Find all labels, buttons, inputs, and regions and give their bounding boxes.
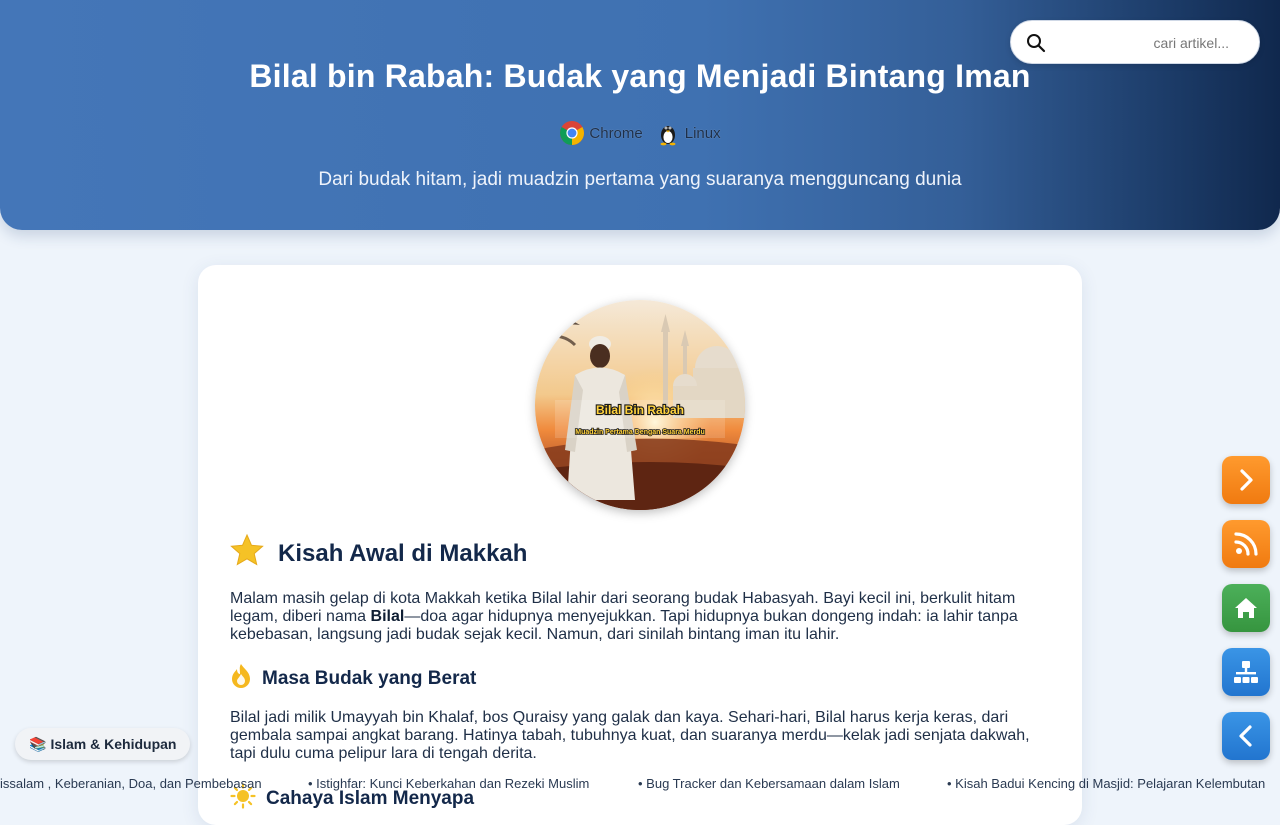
chevron-left-icon (1239, 725, 1252, 747)
section-heading-2-text: Masa Budak yang Berat (262, 668, 477, 689)
section-heading-2: Masa Budak yang Berat (230, 663, 476, 695)
page-subtitle: Dari budak hitam, jadi muadzin pertama y… (318, 169, 962, 190)
search-box[interactable] (1010, 20, 1260, 64)
star-icon (230, 533, 264, 574)
chevron-right-icon (1240, 469, 1253, 491)
env-chrome-label: Chrome (589, 124, 643, 142)
env-linux-label: Linux (684, 124, 721, 142)
prev-arrow-button[interactable] (1222, 712, 1270, 760)
books-icon: 📚 (29, 735, 47, 752)
env-linux: Linux (655, 120, 721, 146)
next-arrow-button[interactable] (1222, 456, 1270, 504)
ticker-item[interactable]: • Kisah Badui Kencing di Masjid: Pelajar… (947, 776, 1265, 791)
ticker-item[interactable]: issalam , Keberanian, Doa, dan Pembebasa… (0, 776, 262, 791)
section-heading-1-text: Kisah Awal di Makkah (278, 539, 528, 567)
search-input[interactable] (1055, 29, 1235, 57)
related-articles-ticker: issalam , Keberanian, Doa, dan Pembebasa… (0, 774, 1280, 794)
environment-badges: Chrome Linux (0, 120, 1280, 146)
linux-tux-icon (655, 120, 681, 146)
env-chrome: Chrome (559, 120, 643, 146)
rss-icon (1234, 532, 1258, 556)
section-2-paragraph: Bilal jadi milik Umayyah bin Khalaf, bos… (230, 709, 1030, 762)
fire-icon (230, 663, 252, 695)
category-badge-label: Islam & Kehidupan (50, 736, 177, 752)
sitemap-icon (1234, 661, 1258, 683)
article-card: Bilal Bin Rabah Muadzin Pertama Dengan S… (198, 265, 1082, 825)
section-1-paragraph: Malam masih gelap di kota Makkah ketika … (230, 590, 1018, 643)
bold-name: Bilal (370, 608, 405, 625)
category-badge[interactable]: 📚 Islam & Kehidupan (15, 728, 191, 760)
home-button[interactable] (1222, 584, 1270, 632)
hero-caption-sub: Muadzin Pertama Dengan Suara Merdu (575, 429, 705, 436)
ticker-item[interactable]: • Istighfar: Kunci Keberkahan dan Rezeki… (308, 776, 589, 791)
sitemap-button[interactable] (1222, 648, 1270, 696)
chrome-icon (559, 120, 585, 146)
section-heading-1: Kisah Awal di Makkah (230, 533, 527, 574)
rss-feed-button[interactable] (1222, 520, 1270, 568)
search-icon (1025, 32, 1047, 54)
article-hero-image: Bilal Bin Rabah Muadzin Pertama Dengan S… (535, 300, 745, 510)
hero-caption-title: Bilal Bin Rabah (596, 403, 684, 417)
ticker-item[interactable]: • Bug Tracker dan Kebersamaan dalam Isla… (638, 776, 900, 791)
home-icon (1235, 598, 1257, 618)
